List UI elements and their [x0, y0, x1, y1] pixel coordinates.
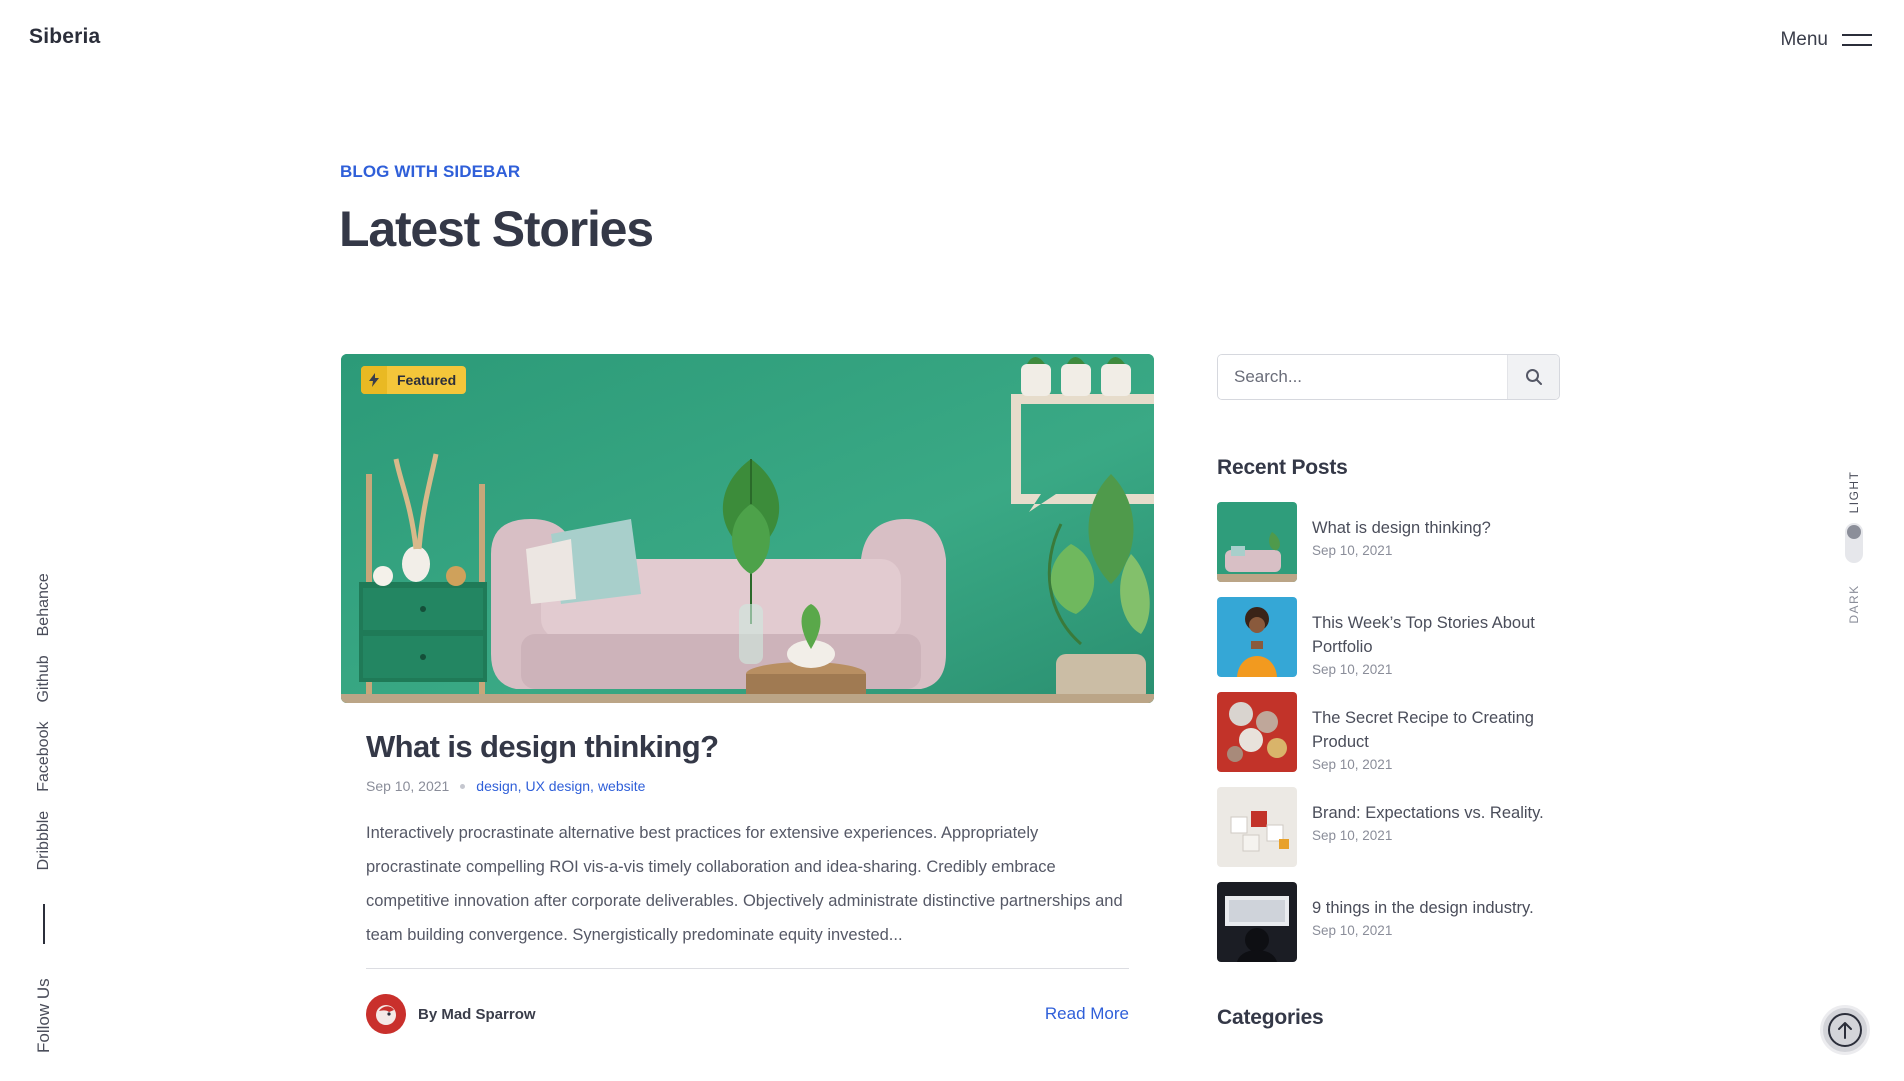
menu-button[interactable]: Menu — [1780, 29, 1872, 51]
recent-post-date: Sep 10, 2021 — [1312, 662, 1393, 677]
recent-post-date: Sep 10, 2021 — [1312, 923, 1393, 938]
recent-post-thumbnail — [1217, 597, 1297, 677]
theme-light-label[interactable]: LIGHT — [1847, 471, 1861, 514]
scroll-to-top-button[interactable] — [1820, 1005, 1870, 1055]
social-link-behance[interactable]: Behance — [35, 573, 53, 636]
hamburger-icon — [1842, 34, 1872, 46]
recent-post-title: 9 things in the design industry. — [1312, 899, 1534, 917]
post-image[interactable]: Featured — [341, 354, 1154, 703]
search-button[interactable] — [1507, 355, 1559, 399]
recent-post-date: Sep 10, 2021 — [1312, 543, 1393, 558]
social-rail: Follow Us Dribbble Facebook Github Behan… — [30, 533, 54, 1053]
social-link-github[interactable]: Github — [35, 655, 53, 702]
recent-post-item[interactable]: The Secret Recipe to Creating Product Se… — [1217, 692, 1560, 772]
recent-post-title: The Secret Recipe to Creating Product — [1312, 709, 1534, 751]
search-icon — [1525, 369, 1542, 385]
post-date: Sep 10, 2021 — [366, 778, 450, 794]
recent-post-item[interactable]: What is design thinking? Sep 10, 2021 — [1217, 502, 1560, 582]
sidebar: Recent Posts What is design thinking? Se… — [1217, 354, 1560, 1030]
author-name: By Mad Sparrow — [418, 1005, 536, 1023]
lightning-icon — [361, 366, 387, 394]
recent-posts-list: What is design thinking? Sep 10, 2021 Th… — [1217, 502, 1560, 962]
tag-link[interactable]: design — [476, 778, 517, 794]
recent-post-thumbnail — [1217, 692, 1297, 772]
recent-post-thumbnail — [1217, 787, 1297, 867]
theme-dark-label[interactable]: DARK — [1847, 584, 1861, 623]
post-tags: design, UX design, website — [476, 778, 645, 794]
search-box — [1217, 354, 1560, 400]
recent-post-thumbnail — [1217, 882, 1297, 962]
meta-separator-dot — [460, 783, 466, 789]
recent-post-item[interactable]: Brand: Expectations vs. Reality. Sep 10,… — [1217, 787, 1560, 867]
recent-post-item[interactable]: This Week’s Top Stories About Portfolio … — [1217, 597, 1560, 677]
recent-post-title: Brand: Expectations vs. Reality. — [1312, 804, 1544, 822]
post-footer: By Mad Sparrow Read More — [366, 994, 1129, 1034]
recent-post-title: This Week’s Top Stories About Portfolio — [1312, 614, 1535, 656]
follow-us-label: Follow Us — [34, 978, 53, 1053]
recent-post-item[interactable]: 9 things in the design industry. Sep 10,… — [1217, 882, 1560, 962]
tag-separator: , — [590, 778, 594, 794]
theme-toggle[interactable] — [1845, 523, 1863, 563]
read-more-link[interactable]: Read More — [1045, 1004, 1129, 1024]
page-eyebrow: BLOG WITH SIDEBAR — [340, 162, 521, 181]
site-logo[interactable]: Siberia — [29, 25, 100, 49]
living-room-illustration — [341, 354, 1154, 703]
post-divider — [366, 968, 1129, 969]
recent-post-date: Sep 10, 2021 — [1312, 828, 1393, 843]
featured-badge-label: Featured — [397, 372, 457, 388]
toggle-knob — [1847, 525, 1861, 539]
featured-post: Featured What is design thinking? Sep 10… — [341, 354, 1154, 1034]
social-link-dribbble[interactable]: Dribbble — [35, 811, 53, 871]
post-meta: Sep 10, 2021 design, UX design, website — [366, 778, 1129, 794]
arrow-up-icon — [1828, 1013, 1862, 1047]
avatar — [366, 994, 406, 1034]
featured-badge: Featured — [361, 366, 467, 394]
recent-posts-heading: Recent Posts — [1217, 456, 1348, 479]
social-link-facebook[interactable]: Facebook — [35, 722, 53, 792]
menu-label: Menu — [1780, 29, 1828, 50]
page-title: Latest Stories — [339, 201, 654, 257]
search-input[interactable] — [1218, 355, 1507, 399]
post-author[interactable]: By Mad Sparrow — [366, 994, 536, 1034]
theme-switcher: LIGHT DARK — [1842, 455, 1866, 625]
recent-post-thumbnail — [1217, 502, 1297, 582]
recent-post-title: What is design thinking? — [1312, 519, 1491, 537]
tag-separator: , — [517, 778, 522, 794]
tag-link[interactable]: website — [598, 778, 645, 794]
recent-post-date: Sep 10, 2021 — [1312, 757, 1393, 772]
categories-heading: Categories — [1217, 1006, 1324, 1029]
tag-link[interactable]: UX design — [525, 778, 590, 794]
post-title[interactable]: What is design thinking? — [366, 729, 1129, 765]
social-divider — [43, 904, 45, 945]
sparrow-icon — [376, 1005, 396, 1025]
post-excerpt: Interactively procrastinate alternative … — [366, 824, 1123, 944]
